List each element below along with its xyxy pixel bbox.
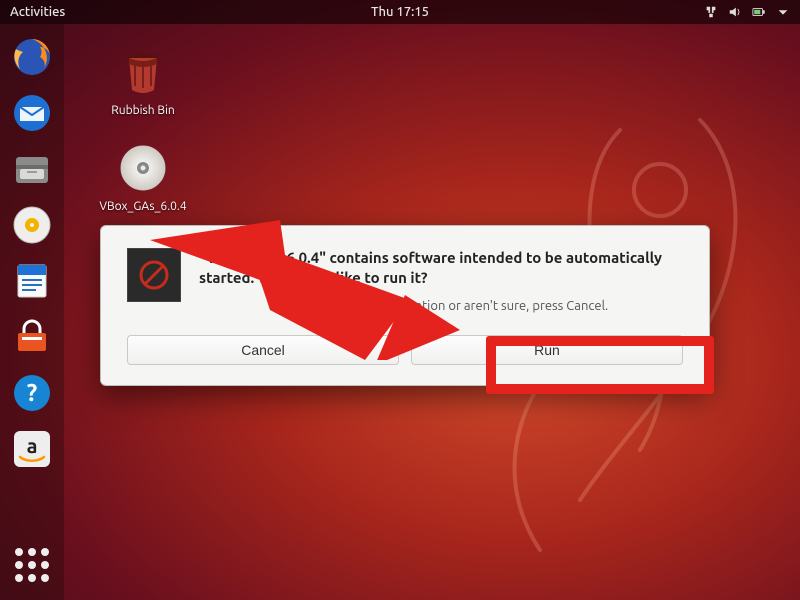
network-icon [704,5,718,19]
dock-amazon[interactable]: a [7,424,57,474]
dialog-icon [127,248,181,302]
clock[interactable]: Thu 17:15 [371,5,429,19]
desktop-icon-trash[interactable]: Rubbish Bin [98,44,188,118]
status-area[interactable] [704,5,790,19]
svg-text:a: a [27,434,38,457]
dock: ? a [0,24,64,600]
autorun-dialog: "VBox_GAs_6.0.4" contains software inten… [100,225,710,386]
volume-icon [728,5,742,19]
no-entry-icon [137,258,171,292]
dock-software[interactable] [7,312,57,362]
dialog-subtext: If you don't trust this location or aren… [199,299,683,313]
battery-icon [752,5,766,19]
dock-help[interactable]: ? [7,368,57,418]
desktop-icon-disc-label: VBox_GAs_6.0.4 [98,200,188,214]
dock-thunderbird[interactable] [7,88,57,138]
desktop: Activities Thu 17:15 ? [0,0,800,600]
dock-files[interactable] [7,144,57,194]
dock-rhythmbox[interactable] [7,200,57,250]
chevron-down-icon [776,5,790,19]
dock-writer[interactable] [7,256,57,306]
cancel-button[interactable]: Cancel [127,335,399,365]
activities-button[interactable]: Activities [10,5,65,19]
desktop-icon-trash-label: Rubbish Bin [98,104,188,118]
show-applications-button[interactable] [7,540,57,590]
top-bar: Activities Thu 17:15 [0,0,800,24]
run-button[interactable]: Run [411,335,683,365]
desktop-icon-disc[interactable]: VBox_GAs_6.0.4 [98,140,188,214]
dock-firefox[interactable] [7,32,57,82]
dialog-title: "VBox_GAs_6.0.4" contains software inten… [199,248,683,289]
svg-text:?: ? [27,379,38,406]
